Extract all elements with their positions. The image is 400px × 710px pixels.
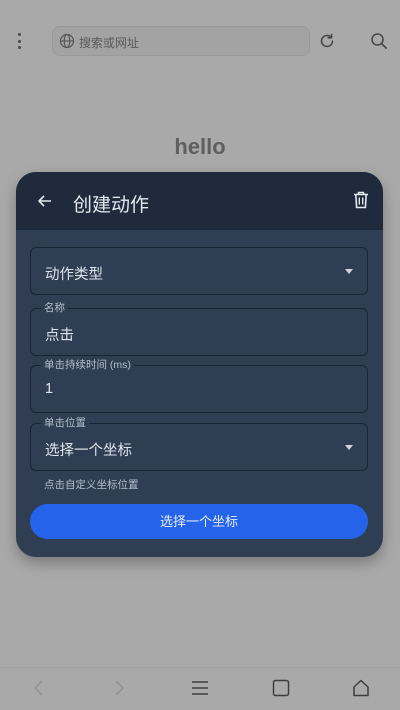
home-icon[interactable] (352, 678, 370, 698)
action-type-value: 动作类型 (45, 267, 103, 283)
search-icon[interactable] (370, 32, 388, 50)
dropdown-caret-icon (345, 445, 353, 450)
position-helper-text: 点击自定义坐标位置 (44, 479, 139, 491)
url-bar[interactable]: 搜索或网址 (52, 26, 310, 56)
dialog-header: 创建动作 (16, 172, 383, 230)
forward-icon[interactable] (110, 678, 128, 698)
back-arrow-icon[interactable] (37, 193, 53, 209)
reload-icon[interactable] (318, 32, 336, 50)
select-coordinate-button[interactable]: 选择一个坐标 (30, 504, 368, 539)
name-field-label: 名称 (41, 301, 68, 315)
click-position-label: 单击位置 (41, 416, 89, 430)
more-vert-icon[interactable] (13, 33, 25, 51)
click-position-value: 选择一个坐标 (45, 443, 132, 459)
page-heading: hello (174, 134, 226, 159)
create-action-dialog: 创建动作 动作类型 名称 点击 单击持续时间 (ms) 1 单击位置 选择一个坐… (16, 172, 383, 557)
action-type-select[interactable]: 动作类型 (30, 247, 368, 295)
click-duration-label: 单击持续时间 (ms) (41, 358, 134, 372)
browser-toolbar: 搜索或网址 (0, 0, 400, 82)
url-placeholder: 搜索或网址 (79, 36, 140, 50)
dropdown-caret-icon (345, 269, 353, 274)
trash-icon[interactable] (353, 191, 369, 209)
name-field-value: 点击 (45, 328, 74, 344)
back-icon[interactable] (30, 678, 48, 698)
bottom-navigation (0, 667, 400, 710)
click-duration-field[interactable]: 单击持续时间 (ms) 1 (30, 358, 368, 413)
click-position-select[interactable]: 单击位置 选择一个坐标 (30, 416, 368, 471)
name-field[interactable]: 名称 点击 (30, 301, 368, 356)
dialog-title: 创建动作 (73, 195, 150, 216)
menu-icon[interactable] (191, 678, 209, 698)
click-duration-value: 1 (45, 381, 54, 397)
tabs-icon[interactable] (272, 678, 290, 698)
globe-icon (59, 33, 75, 49)
